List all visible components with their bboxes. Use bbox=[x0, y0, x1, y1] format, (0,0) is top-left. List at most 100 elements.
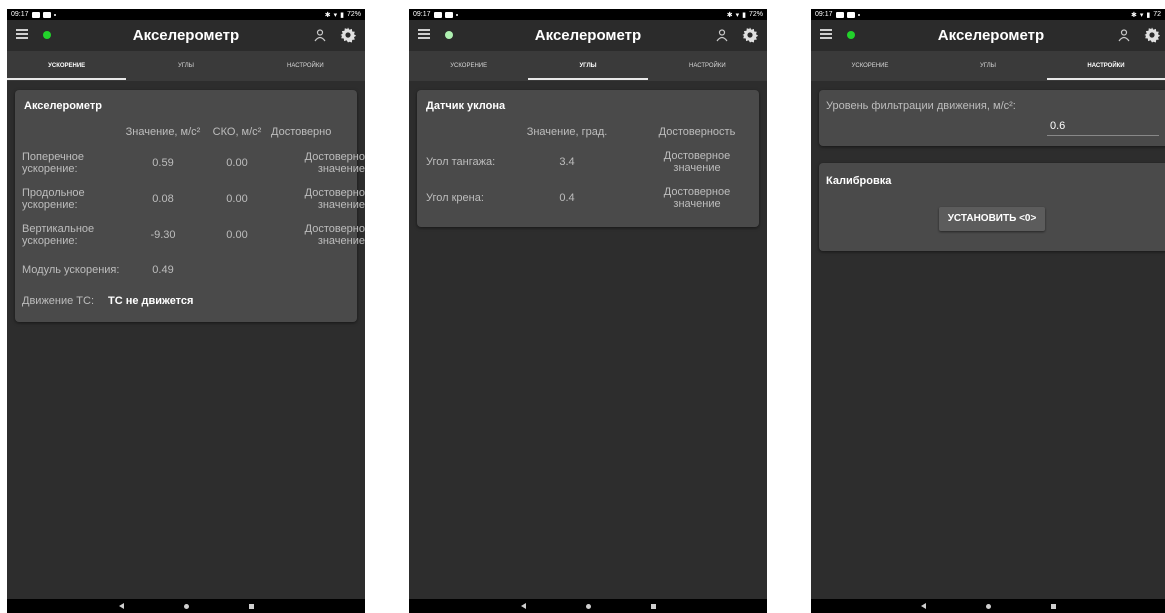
gear-icon[interactable] bbox=[340, 27, 356, 43]
back-icon[interactable] bbox=[920, 603, 926, 609]
row-sko: 0.00 bbox=[226, 193, 248, 205]
motion-value: ТС не движется bbox=[108, 295, 194, 307]
wifi-icon: ▾ bbox=[735, 11, 740, 19]
bluetooth-icon: ✱ bbox=[726, 11, 733, 19]
header-value: Значение, м/с² bbox=[125, 126, 201, 138]
battery-level: 72 bbox=[1153, 11, 1161, 18]
app-title: Акселерометр bbox=[534, 27, 642, 44]
battery-icon: ▮ bbox=[742, 11, 746, 19]
tab-bar: УСКОРЕНИЕ УГЛЫ НАСТРОЙКИ bbox=[409, 51, 767, 81]
recent-apps-icon[interactable] bbox=[248, 603, 254, 609]
home-icon[interactable] bbox=[985, 603, 991, 609]
row-validity: Достоверно значение bbox=[304, 223, 365, 247]
more-notifications-icon bbox=[53, 13, 56, 16]
header-validity: Достоверно bbox=[271, 126, 332, 138]
screen-settings: 09:17 ✱ ▾ ▮ 72 Акселерометр УСКОРЕНИЕ УГЛЫ … bbox=[811, 9, 1165, 613]
filter-input[interactable]: 0.6 bbox=[1050, 120, 1065, 132]
calibration-title: Калибровка bbox=[826, 175, 892, 187]
header-value: Значение, град. bbox=[526, 126, 608, 138]
tab-settings[interactable]: НАСТРОЙКИ bbox=[246, 51, 365, 81]
notification-icon bbox=[846, 11, 855, 18]
home-icon[interactable] bbox=[183, 603, 189, 609]
tab-angles[interactable]: УГЛЫ bbox=[929, 51, 1047, 81]
app-title: Акселерометр bbox=[132, 27, 240, 44]
row-label: Продольное ускорение: bbox=[22, 187, 85, 211]
screen-angles: 09:17 ✱ ▾ ▮ 72% Акселерометр УСКОРЕНИЕ УГЛЫ… bbox=[409, 9, 767, 613]
row-label: Угол крена: bbox=[426, 192, 484, 204]
user-icon[interactable] bbox=[313, 28, 327, 42]
recent-apps-icon[interactable] bbox=[1050, 603, 1056, 609]
notification-icon bbox=[433, 11, 442, 18]
wifi-icon: ▾ bbox=[333, 11, 338, 19]
app-bar: Акселерометр bbox=[7, 20, 365, 51]
card-title: Датчик уклона bbox=[426, 100, 506, 112]
row-value: 0.08 bbox=[152, 193, 174, 205]
motion-label: Движение ТС: bbox=[22, 295, 95, 307]
row-value: -9.30 bbox=[150, 229, 176, 241]
card-title: Акселерометр bbox=[24, 100, 103, 112]
notification-icon bbox=[835, 11, 844, 18]
tab-bar: УСКОРЕНИЕ УГЛЫ НАСТРОЙКИ bbox=[7, 51, 365, 81]
back-icon[interactable] bbox=[118, 603, 124, 609]
header-validity: Достоверность bbox=[658, 126, 736, 138]
calibration-card: Калибровка УСТАНОВИТЬ <0> bbox=[819, 163, 1165, 251]
module-label: Модуль ускорения: bbox=[22, 264, 120, 276]
notification-icon bbox=[444, 11, 453, 18]
tab-angles[interactable]: УГЛЫ bbox=[528, 51, 648, 81]
bluetooth-icon: ✱ bbox=[1130, 11, 1137, 19]
user-icon[interactable] bbox=[1117, 28, 1131, 42]
battery-icon: ▮ bbox=[1146, 11, 1151, 19]
navigation-bar bbox=[7, 599, 365, 613]
tab-angles[interactable]: УГЛЫ bbox=[126, 51, 245, 81]
navigation-bar bbox=[409, 599, 767, 613]
accelerometer-card: Акселерометр Значение, м/с² СКО, м/с² До… bbox=[15, 90, 365, 322]
navigation-bar bbox=[811, 599, 1165, 613]
status-time: 09:17 bbox=[815, 11, 833, 18]
row-sko: 0.00 bbox=[226, 229, 248, 241]
module-value: 0.49 bbox=[152, 264, 174, 276]
more-notifications-icon bbox=[455, 13, 458, 16]
tab-bar: УСКОРЕНИЕ УГЛЫ НАСТРОЙКИ bbox=[811, 51, 1165, 81]
notification-icon bbox=[42, 11, 51, 18]
back-icon[interactable] bbox=[520, 603, 526, 609]
gear-icon[interactable] bbox=[742, 27, 758, 43]
battery-level: 72% bbox=[346, 11, 361, 18]
app-bar: Акселерометр bbox=[811, 20, 1165, 51]
filter-card: Уровень фильтрации движения, м/с²: 0.6 bbox=[819, 90, 1165, 146]
row-sko: 0.00 bbox=[226, 157, 248, 169]
home-icon[interactable] bbox=[585, 603, 591, 609]
battery-level: 72% bbox=[748, 11, 763, 18]
row-validity: Достоверное значение bbox=[663, 186, 731, 210]
filter-label: Уровень фильтрации движения, м/с²: bbox=[826, 100, 1016, 112]
filter-input-underline bbox=[1047, 135, 1159, 136]
tab-settings[interactable]: НАСТРОЙКИ bbox=[1047, 51, 1165, 81]
row-label: Вертикальное ускорение: bbox=[22, 223, 95, 247]
status-time: 09:17 bbox=[11, 11, 29, 18]
bluetooth-icon: ✱ bbox=[324, 11, 331, 19]
status-time: 09:17 bbox=[413, 11, 431, 18]
tilt-sensor-card: Датчик уклона Значение, град. Достоверно… bbox=[417, 90, 759, 227]
tab-settings[interactable]: НАСТРОЙКИ bbox=[648, 51, 767, 81]
header-sko: СКО, м/с² bbox=[212, 126, 262, 138]
tab-acceleration[interactable]: УСКОРЕНИЕ bbox=[7, 51, 127, 81]
app-title: Акселерометр bbox=[937, 27, 1045, 44]
battery-icon: ▮ bbox=[340, 11, 344, 19]
recent-apps-icon[interactable] bbox=[650, 603, 656, 609]
set-zero-button[interactable]: УСТАНОВИТЬ <0> bbox=[939, 207, 1045, 231]
status-bar: 09:17 ✱ ▾ ▮ 72% bbox=[7, 9, 365, 20]
wifi-icon: ▾ bbox=[1139, 11, 1144, 19]
row-value: 0.59 bbox=[152, 157, 174, 169]
user-icon[interactable] bbox=[715, 28, 729, 42]
notification-icon bbox=[31, 11, 40, 18]
more-notifications-icon bbox=[857, 13, 860, 16]
row-validity: Достоверно значение bbox=[304, 187, 365, 211]
tab-acceleration[interactable]: УСКОРЕНИЕ bbox=[811, 51, 929, 81]
row-value: 0.4 bbox=[559, 192, 575, 204]
row-label: Угол тангажа: bbox=[426, 156, 496, 168]
screen-acceleration: 09:17 ✱ ▾ ▮ 72% Акселерометр УСКОРЕНИЕ УГЛЫ… bbox=[7, 9, 365, 613]
row-value: 3.4 bbox=[559, 156, 575, 168]
status-bar: 09:17 ✱ ▾ ▮ 72% bbox=[409, 9, 767, 20]
app-bar: Акселерометр bbox=[409, 20, 767, 51]
tab-acceleration[interactable]: УСКОРЕНИЕ bbox=[409, 51, 528, 81]
gear-icon[interactable] bbox=[1144, 27, 1160, 43]
